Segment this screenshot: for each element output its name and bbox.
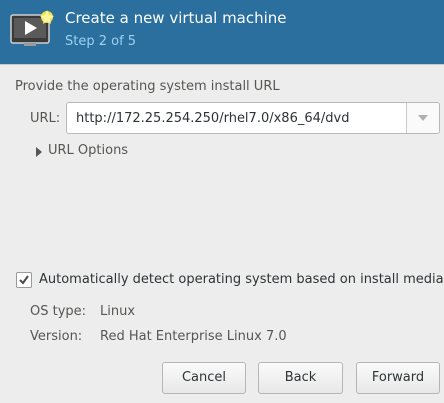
triangle-right-icon [36, 147, 42, 157]
url-dropdown-button[interactable] [406, 103, 439, 133]
url-options-label: URL Options [48, 143, 129, 158]
back-button[interactable]: Back [258, 362, 343, 394]
auto-detect-checkbox[interactable] [16, 272, 32, 288]
version-value: Red Hat Enterprise Linux 7.0 [100, 329, 287, 344]
wizard-step: Step 2 of 5 [65, 34, 137, 49]
checkmark-icon [19, 275, 29, 285]
cancel-button[interactable]: Cancel [162, 362, 246, 394]
version-label: Version: [30, 329, 83, 344]
url-input[interactable]: http://172.25.254.250/rhel7.0/x86_64/dvd [76, 111, 349, 126]
chevron-down-icon [418, 115, 428, 121]
header-separator [0, 64, 444, 65]
forward-button[interactable]: Forward [356, 362, 440, 394]
virtual-machine-icon [10, 9, 54, 49]
os-type-label: OS type: [30, 304, 87, 319]
os-type-value: Linux [100, 304, 136, 319]
wizard-header: Create a new virtual machine Step 2 of 5 [0, 0, 444, 64]
auto-detect-label: Automatically detect operating system ba… [39, 272, 444, 287]
url-combo[interactable]: http://172.25.254.250/rhel7.0/x86_64/dvd [66, 102, 440, 134]
url-label: URL: [30, 111, 61, 126]
install-url-heading: Provide the operating system install URL [15, 79, 280, 94]
wizard-title: Create a new virtual machine [65, 9, 287, 27]
